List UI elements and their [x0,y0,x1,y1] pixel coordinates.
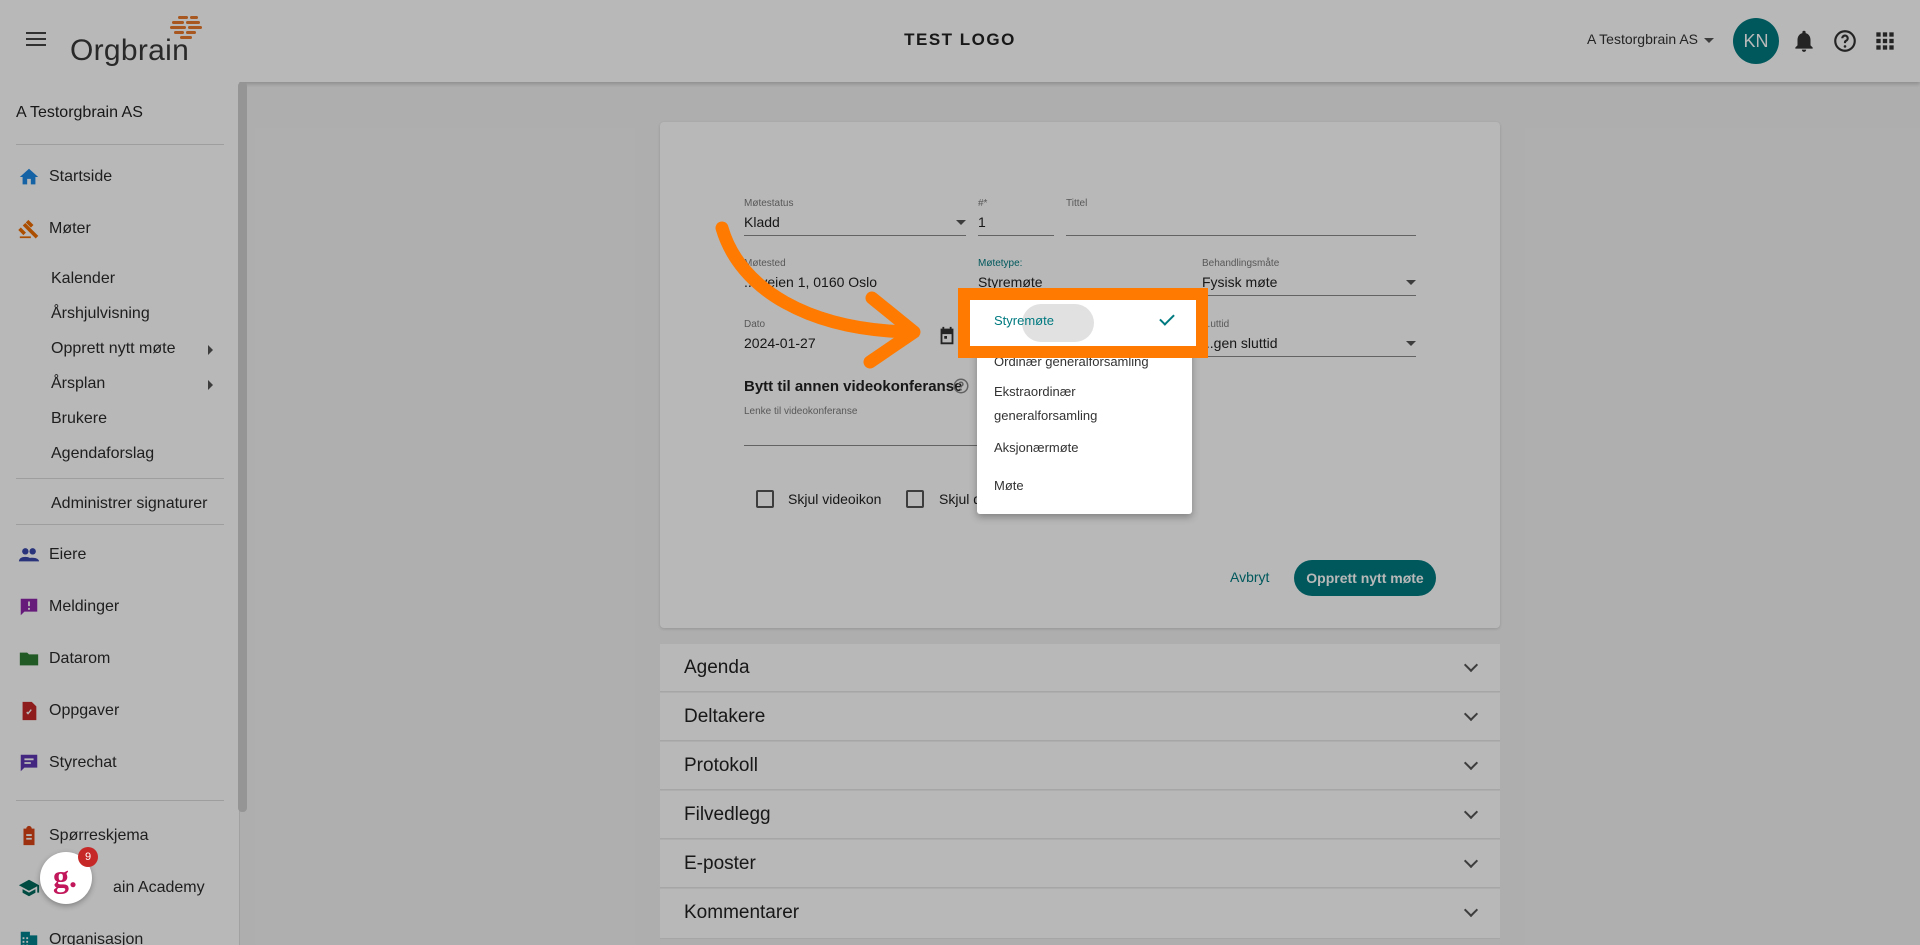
option-mote[interactable]: Møte [994,474,1024,498]
option-ekstraordinaer-line2[interactable]: generalforsamling [994,404,1097,428]
option-styremote-highlight[interactable]: Styremøte [958,288,1208,358]
option-styremote[interactable]: Styremøte [994,313,1054,328]
option-aksjonaermote[interactable]: Aksjonærmøte [994,436,1079,460]
tutorial-arrow-icon [715,221,921,369]
notification-badge: 9 [78,847,98,867]
option-ekstraordinaer-line1[interactable]: Ekstraordinær [994,380,1076,404]
assistant-logo-icon: g. [53,858,77,894]
screen-dim-overlay [0,0,1920,945]
check-icon [1159,310,1175,326]
